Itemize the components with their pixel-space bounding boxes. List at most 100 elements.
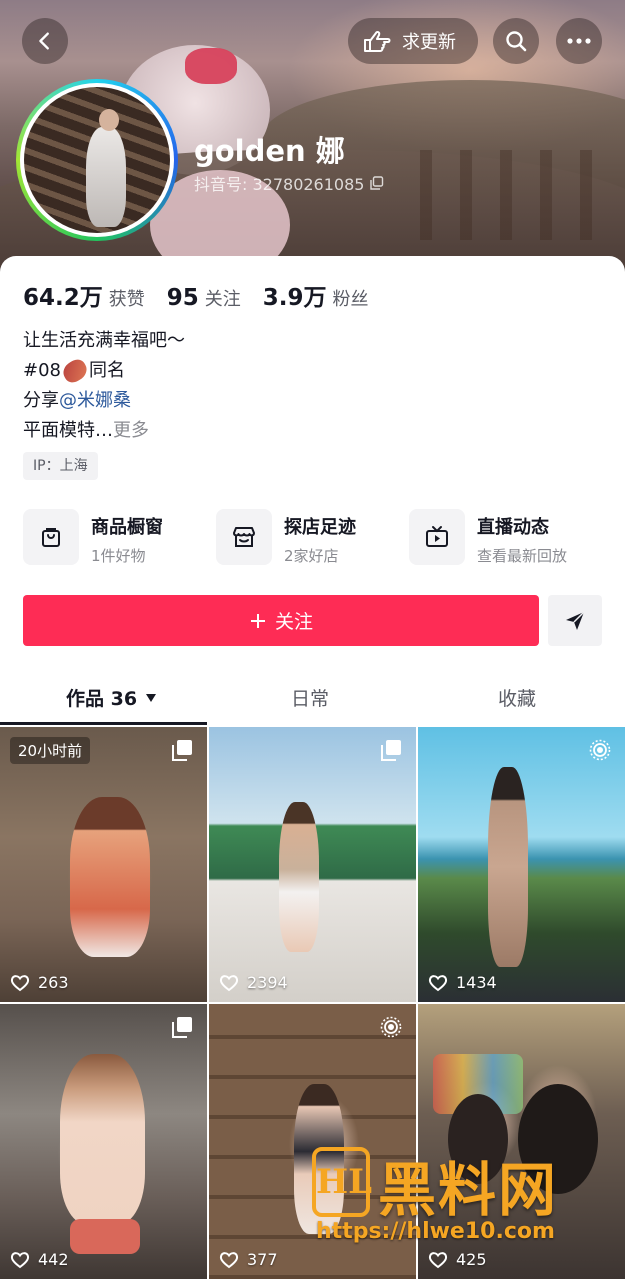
time-badge: 20小时前 [10,737,91,764]
follow-button[interactable]: 关注 [23,595,539,646]
tile-likes-count: 2394 [247,973,288,992]
feature-icon-box [23,509,79,565]
bio: 让生活充满幸福吧～ #08 同名 分享 @米娜桑 平面模特… 更多 [23,326,185,446]
bio-hashtag: #08 [23,360,61,381]
avatar-figure [86,127,126,227]
tile-likes-count: 425 [456,1250,487,1269]
tile-likes-count: 377 [247,1250,278,1269]
likes-count: 64.2万 [23,285,103,311]
ip-location-tag: IP：上海 [23,452,98,480]
tile-likes: 442 [10,1250,69,1269]
tab-favorites[interactable]: 收藏 [498,684,536,711]
feature-icon-box [409,509,465,565]
bio-mention-link[interactable]: @米娜桑 [59,386,131,416]
copy-icon [172,740,192,761]
feature-live-updates[interactable]: 直播动态 查看最新回放 [409,509,567,567]
profile-tabs: 作品 36 日常 收藏 [0,670,625,726]
search-button[interactable] [493,18,539,64]
bio-text: 让生活充满幸福吧～ [23,330,185,351]
watermark: HL 黑料网 https://hlwe10.com [308,1147,608,1247]
sweet-potato-emoji [59,356,91,386]
back-button[interactable] [22,18,68,64]
bio-more-link[interactable]: 更多 [113,416,149,446]
tile-likes-count: 1434 [456,973,497,992]
bio-text: 分享 [23,390,59,411]
watermark-title: 黑料网 [378,1156,559,1224]
store-icon [233,527,255,547]
following-label[interactable]: 关注 [205,285,241,311]
feature-title: 探店足迹 [284,517,356,538]
video-tile[interactable]: 442 [0,1004,207,1279]
following-count[interactable]: 95 [167,285,199,311]
banner-plush-bow [185,48,237,84]
tab-daily[interactable]: 日常 [291,684,329,711]
copy-icon [172,1017,192,1038]
feature-shortcuts: 商品橱窗 1件好物 探店足迹 2家好店 直播动态 查看最新回放 [23,509,603,567]
douyin-id[interactable]: 抖音号: 32780261085 [194,171,384,195]
request-update-button[interactable]: 求更新 [348,18,478,64]
tile-likes: 425 [428,1250,487,1269]
share-button[interactable] [548,595,602,646]
heart-icon [219,1251,239,1268]
tile-likes-count: 442 [38,1250,69,1269]
likes-label: 获赞 [108,289,145,310]
profile-stats: 64.2万 获赞 95 关注 3.9万 粉丝 [23,278,391,312]
feature-shop-window[interactable]: 商品橱窗 1件好物 [23,509,163,567]
tile-likes: 2394 [219,973,288,992]
tile-likes: 377 [219,1250,278,1269]
feature-icon-box [216,509,272,565]
chevron-left-icon [39,32,49,50]
avatar[interactable] [16,79,178,241]
feature-subtitle: 1件好物 [91,547,146,565]
live-photo-icon [589,739,611,761]
bio-line: #08 同名 [23,356,185,386]
tab-works[interactable]: 作品 36 [66,684,157,711]
bio-line: 让生活充满幸福吧～ [23,326,185,356]
send-icon [566,610,585,630]
hand-point-icon [364,30,391,52]
video-tile[interactable]: 1434 [418,727,625,1002]
request-update-label: 求更新 [402,32,456,53]
feature-subtitle: 查看最新回放 [477,547,568,565]
avatar-image [24,87,170,233]
more-button[interactable] [556,18,602,64]
more-icon [567,38,591,44]
nickname: golden 娜 [194,134,345,168]
followers-label[interactable]: 粉丝 [333,285,369,311]
copy-icon [370,176,384,190]
tab-works-label: 作品 36 [66,688,138,710]
tile-figure [488,767,528,967]
tile-figure [279,802,319,952]
heart-icon [428,1251,448,1268]
follow-label: 关注 [274,611,313,633]
bio-line: 分享 @米娜桑 [23,386,185,416]
bio-line: 平面模特… 更多 [23,416,185,446]
heart-icon [428,974,448,991]
copy-icon [381,740,401,761]
shopping-bag-icon [42,528,60,547]
tv-icon [426,526,448,547]
search-icon [506,31,527,52]
watermark-logo: HL [312,1147,372,1217]
video-tile[interactable]: 2394 [209,727,416,1002]
tile-cake [70,1219,140,1254]
tile-likes: 1434 [428,973,497,992]
tile-likes-count: 263 [38,973,69,992]
live-photo-icon [380,1016,402,1038]
video-tile[interactable]: 20小时前 263 [0,727,207,1002]
feature-title: 直播动态 [477,517,549,538]
tile-figure [60,1054,145,1224]
feature-title: 商品橱窗 [91,517,163,538]
tile-likes: 263 [10,973,69,992]
followers-count[interactable]: 3.9万 [263,278,327,312]
feature-subtitle: 2家好店 [284,547,339,565]
tile-figure [70,797,150,957]
plus-icon [250,613,265,628]
feature-store-visits[interactable]: 探店足迹 2家好店 [216,509,356,567]
banner-trees [420,150,620,240]
bio-text: 平面模特… [23,420,113,441]
heart-icon [219,974,239,991]
active-tab-indicator [0,722,207,725]
douyin-id-text: 抖音号: 32780261085 [194,175,365,194]
watermark-url: https://hlwe10.com [316,1219,555,1244]
